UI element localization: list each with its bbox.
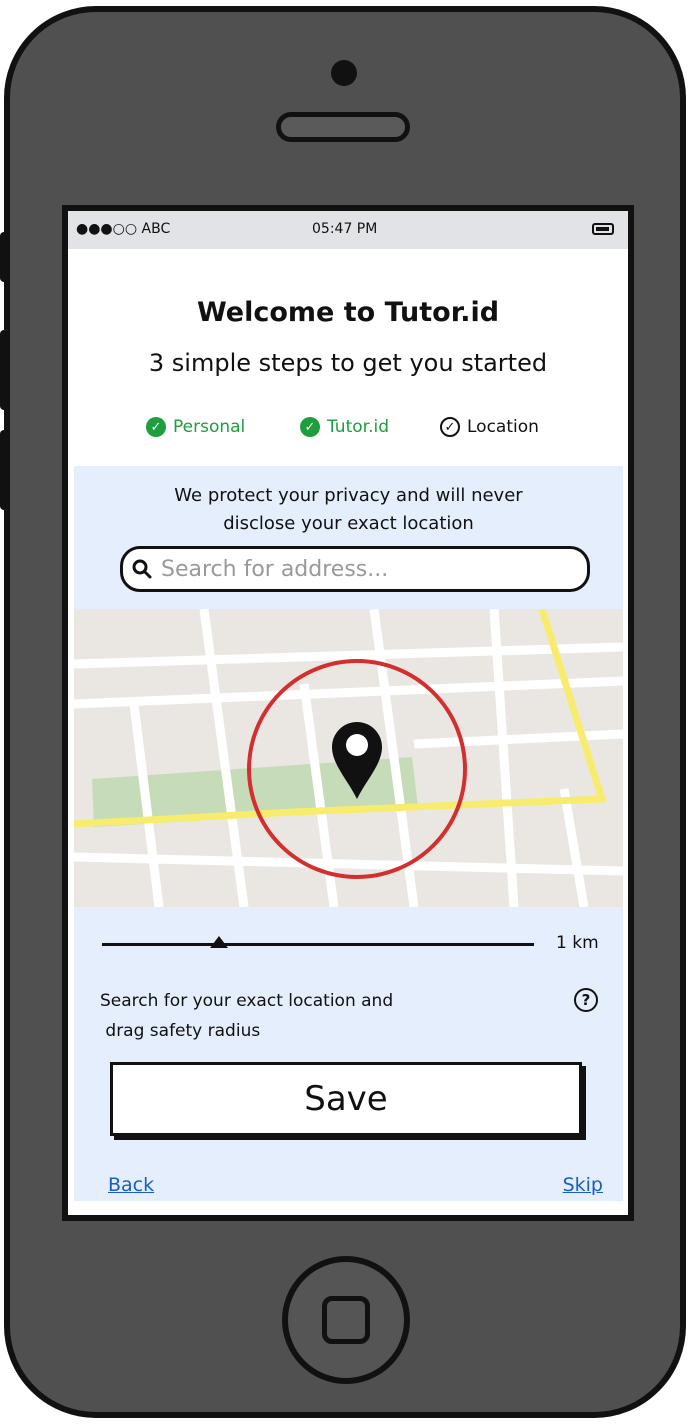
- camera: [331, 60, 357, 86]
- location-panel: We protect your privacy and will never d…: [74, 466, 623, 1201]
- phone-screen: ●●●○○ ABC 05:47 PM Welcome to Tutor.id 3…: [62, 205, 634, 1221]
- step-location[interactable]: ✓ Location: [440, 417, 539, 437]
- skip-link[interactable]: Skip: [563, 1174, 603, 1196]
- check-circle-icon: ✓: [300, 417, 320, 437]
- battery-icon: [592, 223, 614, 235]
- radius-slider-thumb[interactable]: [210, 936, 228, 948]
- status-bar: ●●●○○ ABC 05:47 PM: [68, 211, 628, 249]
- page-title: Welcome to Tutor.id: [196, 297, 500, 328]
- back-link[interactable]: Back: [108, 1174, 154, 1196]
- volume-up-button: [0, 330, 10, 410]
- step-personal[interactable]: ✓ Personal: [146, 417, 245, 437]
- hint-line-2: drag safety radius: [100, 1021, 261, 1041]
- step-tutor-id[interactable]: ✓ Tutor.id: [300, 417, 389, 437]
- carrier-signal: ●●●○○ ABC: [76, 221, 171, 237]
- address-search-box[interactable]: [120, 546, 590, 592]
- search-icon: [132, 559, 152, 579]
- check-circle-outline-icon: ✓: [440, 417, 460, 437]
- address-search-input[interactable]: [159, 555, 563, 583]
- map-view[interactable]: [74, 609, 623, 907]
- step-label: Tutor.id: [327, 417, 389, 437]
- step-label: Personal: [173, 417, 246, 437]
- hint-line-1: Search for your exact location and: [100, 991, 394, 1011]
- privacy-line-1: We protect your privacy and will never: [174, 485, 523, 506]
- save-button[interactable]: Save: [110, 1062, 582, 1136]
- page-subtitle: 3 simple steps to get you started: [148, 349, 548, 377]
- status-time: 05:47 PM: [312, 221, 378, 237]
- radius-slider-row: 1 km: [74, 928, 623, 958]
- mute-switch: [0, 232, 10, 282]
- check-circle-icon: ✓: [146, 417, 166, 437]
- map-canvas[interactable]: [74, 609, 623, 907]
- home-button[interactable]: [282, 1256, 410, 1384]
- radius-value: 1 km: [556, 933, 599, 953]
- help-icon[interactable]: ?: [574, 988, 598, 1012]
- volume-down-button: [0, 430, 10, 510]
- speaker: [276, 112, 410, 142]
- radius-slider-track[interactable]: [102, 943, 534, 946]
- privacy-note: We protect your privacy and will never d…: [74, 482, 623, 538]
- progress-steps: ✓ Personal ✓ Tutor.id ✓ Location: [68, 417, 628, 445]
- home-square-icon: [322, 1296, 370, 1344]
- location-hint: Search for your exact location and drag …: [100, 986, 500, 1046]
- step-label: Location: [467, 417, 539, 437]
- privacy-line-2: disclose your exact location: [223, 513, 474, 534]
